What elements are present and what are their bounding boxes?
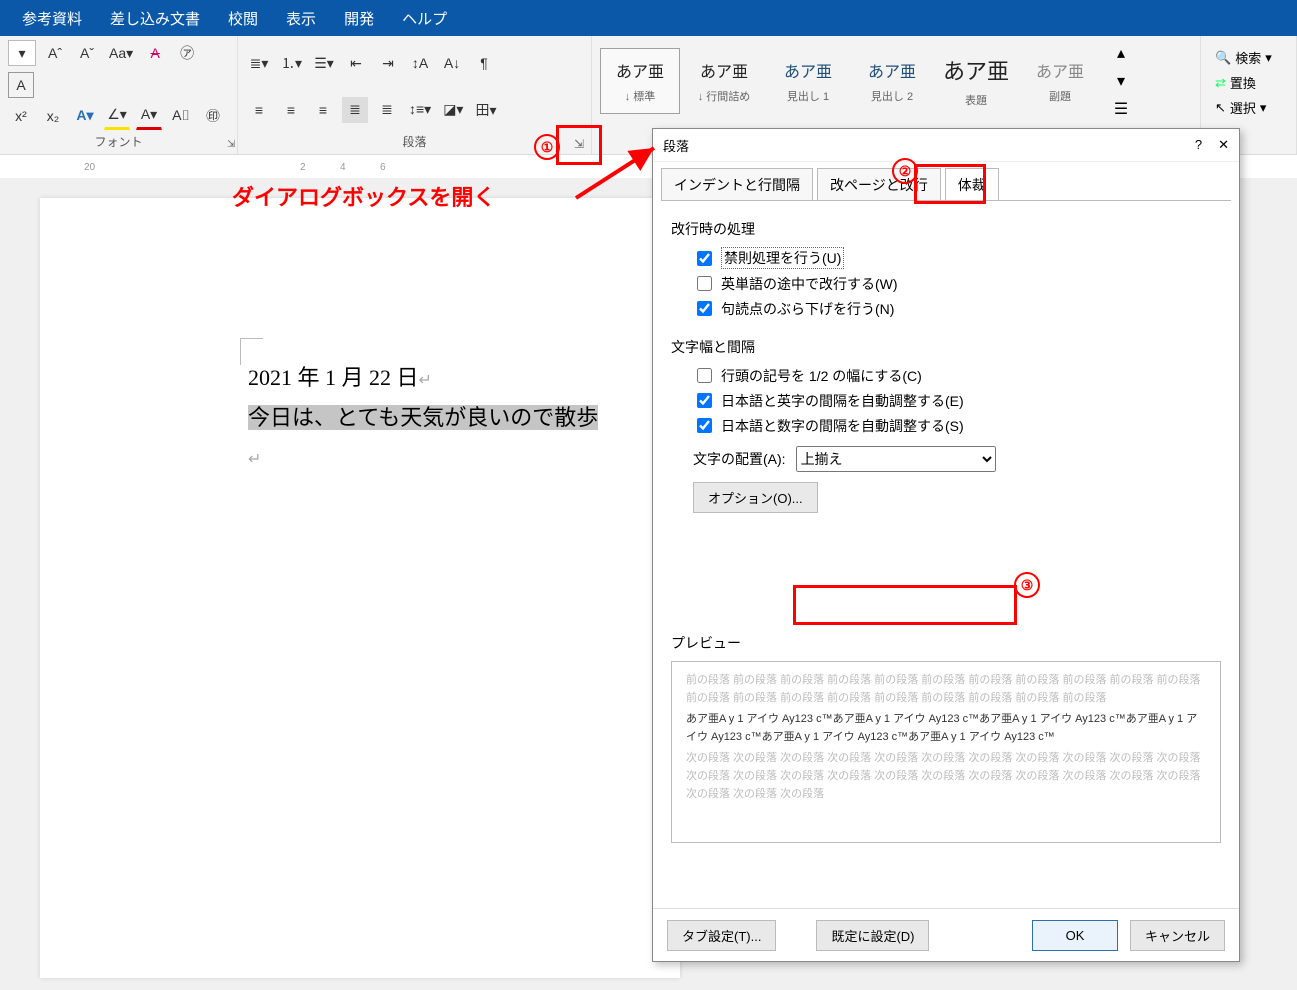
tab-settings-button[interactable]: タブ設定(T)...	[667, 920, 776, 951]
paragraph-launcher-icon[interactable]: ⇲	[571, 136, 587, 152]
options-button[interactable]: オプション(O)...	[693, 482, 818, 513]
sort-icon[interactable]: A↓	[439, 50, 465, 76]
font-group-label: フォント	[8, 133, 229, 152]
ribbon-tab-bar: 参考資料 差し込み文書 校閲 表示 開発 ヘルプ	[0, 0, 1297, 36]
anno-open-dialog-text: ダイアログボックスを開く	[232, 180, 495, 212]
anno-num-3: ③	[1014, 572, 1040, 598]
chk-hanging-punct[interactable]: 句読点のぶら下げを行う(N)	[693, 298, 1221, 319]
grow-font-icon[interactable]: Aˆ	[42, 40, 68, 66]
text-effects-icon[interactable]: A▾	[72, 103, 98, 129]
tab-references[interactable]: 参考資料	[8, 0, 96, 37]
decrease-indent-icon[interactable]: ⇤	[343, 50, 369, 76]
dialog-body: 改行時の処理 禁則処理を行う(U) 英単語の途中で改行する(W) 句読点のぶら下…	[661, 200, 1231, 900]
style-scroll-down-icon[interactable]: ▾	[1108, 68, 1134, 94]
style-heading2[interactable]: あア亜 見出し 2	[852, 48, 932, 114]
tab-view[interactable]: 表示	[272, 0, 330, 37]
style-subtitle[interactable]: あア亜 副題	[1020, 48, 1100, 114]
page[interactable]	[40, 198, 680, 978]
para-mark-icon: ↵	[248, 451, 261, 468]
chk-adjust-number[interactable]: 日本語と数字の間隔を自動調整する(S)	[693, 415, 1221, 436]
dlg-tab-typography[interactable]: 体裁	[945, 168, 999, 201]
cursor-icon: ↖	[1215, 100, 1226, 116]
enclosed-char-icon[interactable]: ㊞	[200, 103, 226, 129]
clear-format-icon[interactable]: A	[142, 40, 168, 66]
char-align-label: 文字の配置(A):	[693, 449, 786, 469]
show-marks-icon[interactable]: ¶	[471, 50, 497, 76]
dialog-footer: タブ設定(T)... 既定に設定(D) OK キャンセル	[653, 908, 1239, 961]
shading-icon[interactable]: ◪▾	[440, 97, 466, 123]
style-scroll-up-icon[interactable]: ▴	[1108, 40, 1134, 66]
increase-indent-icon[interactable]: ⇥	[375, 50, 401, 76]
find-button[interactable]: 🔍検索 ▾	[1215, 48, 1282, 67]
doc-date-line: 2021 年 1 月 22 日	[248, 365, 419, 390]
chk-adjust-latin[interactable]: 日本語と英字の間隔を自動調整する(E)	[693, 390, 1221, 411]
search-icon: 🔍	[1215, 50, 1231, 66]
paragraph-group-label: 段落	[246, 133, 583, 152]
align-right-icon[interactable]: ≡	[310, 97, 336, 123]
preview-label: プレビュー	[671, 633, 1221, 653]
style-heading1[interactable]: あア亜 見出し 1	[768, 48, 848, 114]
chk-halfwidth-leading[interactable]: 行頭の記号を 1/2 の幅にする(C)	[693, 365, 1221, 386]
superscript-icon[interactable]: x²	[8, 103, 34, 129]
section-charspacing: 文字幅と間隔	[671, 337, 1221, 357]
tab-developer[interactable]: 開発	[330, 0, 388, 37]
replace-icon: ⇄	[1215, 75, 1226, 91]
font-color-icon[interactable]: A▾	[136, 102, 162, 130]
dialog-title-text: 段落	[663, 136, 689, 155]
preview-box: 前の段落 前の段落 前の段落 前の段落 前の段落 前の段落 前の段落 前の段落 …	[671, 661, 1221, 843]
paragraph-dialog: 段落 ? ✕ インデントと行間隔 改ページと改行 体裁 改行時の処理 禁則処理を…	[652, 128, 1240, 962]
style-title[interactable]: あア亜 表題	[936, 48, 1016, 114]
document-text[interactable]: 2021 年 1 月 22 日↵ 今日は、とても天気が良いので散歩 ↵	[248, 358, 598, 477]
justify-icon[interactable]: ≣	[342, 97, 368, 123]
select-button[interactable]: ↖選択 ▾	[1215, 98, 1282, 117]
chk-kinsoku[interactable]: 禁則処理を行う(U)	[693, 247, 1221, 269]
anno-num-2: ②	[892, 158, 918, 184]
text-direction-icon[interactable]: ↕A	[407, 50, 433, 76]
style-normal[interactable]: あア亜 ↓ 標準	[600, 48, 680, 114]
distributed-icon[interactable]: ≣	[374, 97, 400, 123]
chk-break-english[interactable]: 英単語の途中で改行する(W)	[693, 273, 1221, 294]
para-mark-icon: ↵	[419, 372, 432, 389]
cancel-button[interactable]: キャンセル	[1130, 920, 1225, 951]
dlg-tab-pagebreak[interactable]: 改ページと改行	[817, 168, 941, 201]
enclose-char-icon[interactable]: A	[8, 72, 34, 98]
tab-review[interactable]: 校閲	[214, 0, 272, 37]
dialog-tabs: インデントと行間隔 改ページと改行 体裁	[653, 162, 1239, 201]
line-spacing-icon[interactable]: ↕≡▾	[406, 97, 434, 123]
align-left-icon[interactable]: ≡	[246, 97, 272, 123]
char-shading-icon[interactable]: A⌷	[168, 103, 194, 129]
borders-icon[interactable]: 田▾	[472, 97, 499, 123]
help-icon[interactable]: ?	[1195, 137, 1202, 153]
section-linebreak: 改行時の処理	[671, 219, 1221, 239]
subscript-icon[interactable]: x₂	[40, 103, 66, 129]
close-icon[interactable]: ✕	[1218, 137, 1229, 153]
style-nospacing[interactable]: あア亜 ↓ 行間詰め	[684, 48, 764, 114]
tab-mailmerge[interactable]: 差し込み文書	[96, 0, 214, 37]
align-center-icon[interactable]: ≡	[278, 97, 304, 123]
change-case-icon[interactable]: Aa▾	[106, 40, 136, 66]
multilevel-icon[interactable]: ☰▾	[311, 50, 337, 76]
numbering-icon[interactable]: ⒈▾	[278, 50, 305, 76]
highlight-icon[interactable]: ∠▾	[104, 102, 130, 130]
phonetic-guide-icon[interactable]: ㋐	[174, 40, 200, 66]
dialog-titlebar[interactable]: 段落 ? ✕	[653, 129, 1239, 162]
style-expand-icon[interactable]: ☰	[1108, 96, 1134, 122]
anno-num-1: ①	[534, 134, 560, 160]
font-group: ▾ Aˆ Aˇ Aa▾ A ㋐ A x² x₂ A▾ ∠▾ A▾ A⌷ ㊞ フォ…	[0, 36, 238, 154]
font-size-combo[interactable]: ▾	[8, 40, 36, 66]
shrink-font-icon[interactable]: Aˇ	[74, 40, 100, 66]
bullets-icon[interactable]: ≣▾	[246, 50, 272, 76]
style-gallery[interactable]: あア亜 ↓ 標準 あア亜 ↓ 行間詰め あア亜 見出し 1 あア亜 見出し 2 …	[600, 40, 1192, 122]
tab-help[interactable]: ヘルプ	[388, 0, 461, 37]
doc-body-line: 今日は、とても天気が良いので散歩	[248, 405, 598, 430]
ok-button[interactable]: OK	[1032, 920, 1118, 951]
set-default-button[interactable]: 既定に設定(D)	[816, 920, 929, 951]
dlg-tab-indent[interactable]: インデントと行間隔	[661, 168, 813, 201]
char-align-select[interactable]: 上揃え	[796, 446, 996, 472]
replace-button[interactable]: ⇄置換	[1215, 73, 1282, 92]
